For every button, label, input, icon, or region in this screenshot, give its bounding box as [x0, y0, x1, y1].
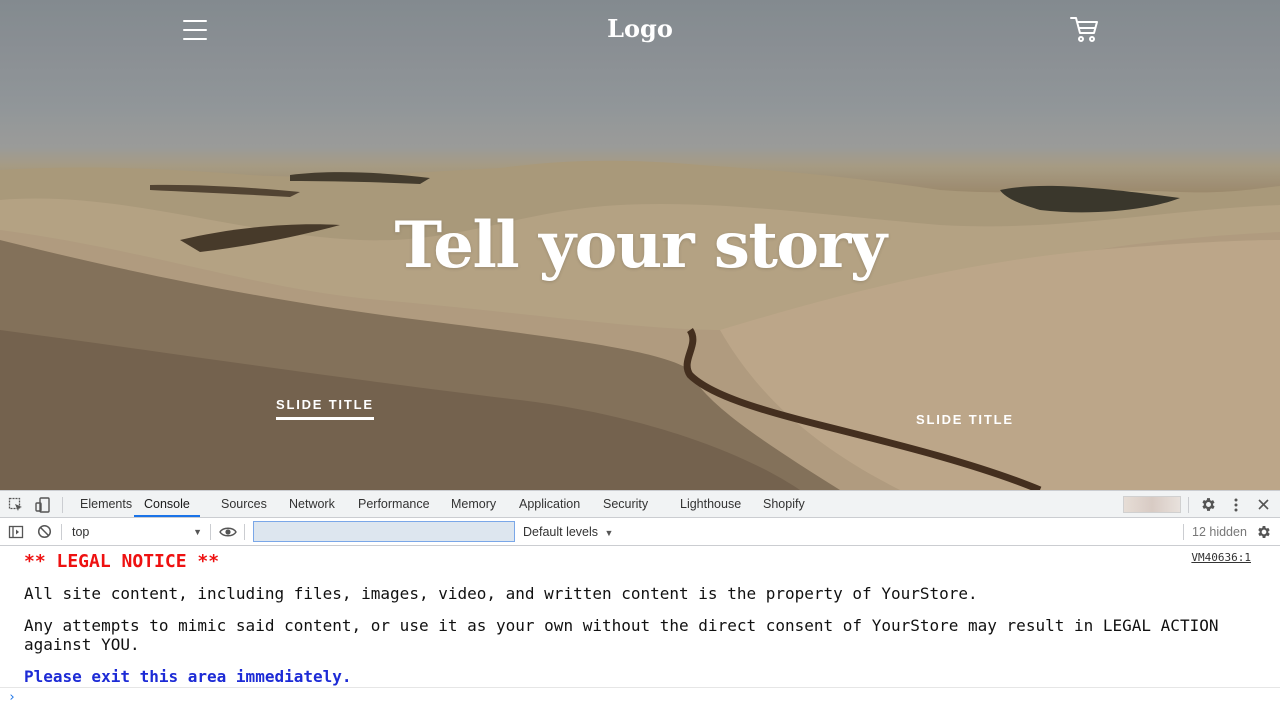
hidden-messages-count: 12 hidden: [1192, 525, 1247, 539]
console-prompt[interactable]: ›: [0, 687, 1280, 720]
slide-tab-1[interactable]: SLIDE TITLE: [276, 397, 374, 420]
devtools-panel: Elements Console Sources Network Perform…: [0, 490, 1280, 720]
prompt-caret-icon: ›: [8, 690, 16, 705]
settings-gear-icon[interactable]: [1200, 496, 1217, 513]
context-selector-value: top: [72, 525, 90, 539]
tab-elements[interactable]: Elements: [80, 491, 132, 517]
tab-application[interactable]: Application: [519, 491, 580, 517]
devtools-tab-bar: Elements Console Sources Network Perform…: [0, 491, 1280, 518]
clear-console-icon[interactable]: [37, 524, 52, 539]
site-logo[interactable]: Logo: [560, 14, 720, 43]
live-expression-eye-icon[interactable]: [219, 525, 237, 539]
close-devtools-icon[interactable]: [1257, 498, 1270, 511]
toolbar-separator: [210, 524, 211, 540]
message-source-link[interactable]: VM40636:1: [1191, 551, 1251, 564]
console-output: VM40636:1 ** LEGAL NOTICE ** All site co…: [0, 546, 1280, 691]
console-message-warning: Any attempts to mimic said content, or u…: [24, 616, 1219, 654]
log-levels-label: Default levels: [523, 525, 599, 539]
toolbar-separator: [61, 524, 62, 540]
console-message-exit: Please exit this area immediately.: [24, 667, 352, 686]
toolbar-separator: [1183, 524, 1184, 540]
log-levels-dropdown[interactable]: Default levels ▼: [523, 522, 613, 542]
more-options-icon[interactable]: [1229, 497, 1243, 513]
hamburger-menu-icon[interactable]: [183, 20, 207, 40]
chevron-down-icon: ▼: [193, 527, 202, 537]
show-sidebar-icon[interactable]: [8, 524, 24, 540]
tab-security[interactable]: Security: [603, 491, 648, 517]
tab-console[interactable]: Console: [134, 491, 200, 517]
toolbar-separator: [244, 524, 245, 540]
slide-tab-2[interactable]: SLIDE TITLE: [916, 412, 1014, 427]
shopping-cart-icon[interactable]: [1069, 14, 1099, 44]
console-filter-input[interactable]: [253, 521, 515, 542]
inspect-element-icon[interactable]: [8, 497, 24, 513]
console-message-property: All site content, including files, image…: [24, 584, 978, 603]
tab-memory[interactable]: Memory: [451, 491, 496, 517]
legal-notice-title: ** LEGAL NOTICE **: [24, 551, 220, 572]
extension-badge[interactable]: [1123, 496, 1181, 513]
hero-banner: Logo Tell your story SLIDE TITLE SLIDE T…: [0, 0, 1280, 490]
chevron-down-icon: ▼: [604, 528, 614, 538]
console-settings-gear-icon[interactable]: [1256, 524, 1272, 540]
device-toolbar-icon[interactable]: [34, 496, 52, 514]
toolbar-separator: [1188, 497, 1189, 513]
context-selector[interactable]: top ▼: [66, 522, 206, 542]
tab-shopify[interactable]: Shopify: [763, 491, 805, 517]
console-toolbar: top ▼ Default levels ▼ 12 hidden: [0, 518, 1280, 546]
tab-network[interactable]: Network: [289, 491, 335, 517]
tab-sources[interactable]: Sources: [221, 491, 267, 517]
hero-title: Tell your story: [394, 208, 888, 283]
tab-performance[interactable]: Performance: [358, 491, 430, 517]
toolbar-separator: [62, 497, 63, 513]
tab-lighthouse[interactable]: Lighthouse: [680, 491, 741, 517]
